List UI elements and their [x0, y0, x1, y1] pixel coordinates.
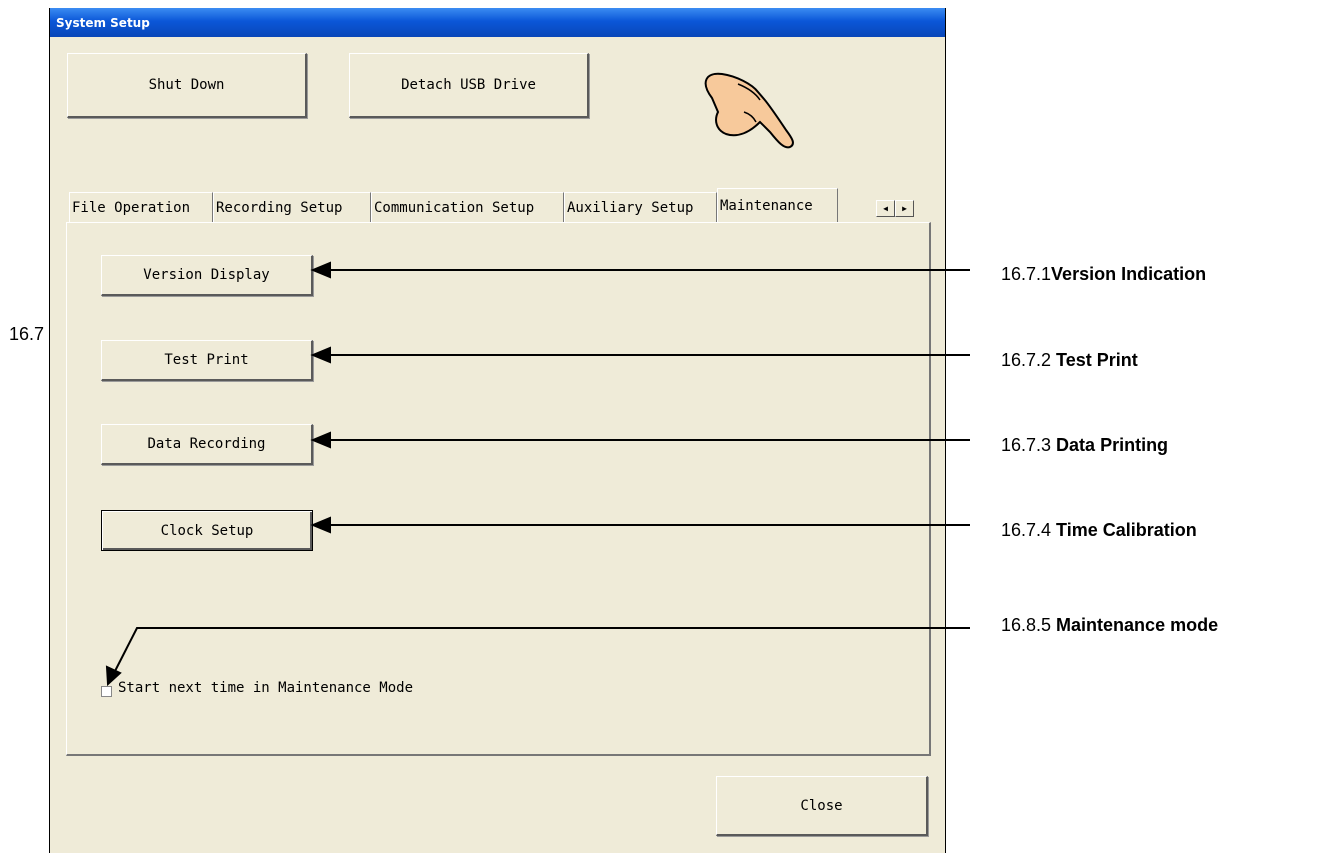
annotation-maintenance-mode: 16.8.5 Maintenance mode	[1001, 615, 1219, 635]
tab-maintenance[interactable]: Maintenance	[717, 188, 838, 222]
annotation-data-printing: 16.7.3 Data Printing	[1001, 435, 1169, 455]
arrow-head	[310, 516, 331, 534]
annotation-overlay	[105, 72, 970, 687]
arrow-head	[105, 665, 122, 687]
annotation-time-calibration: 16.7.4 Time Calibration	[1001, 520, 1197, 540]
pointing-hand-icon	[704, 72, 794, 149]
arrow-head	[310, 261, 331, 279]
annotation-version-indication: 16.7.1Version Indication	[1001, 264, 1207, 284]
annotation-test-print: 16.7.2 Test Print	[1001, 350, 1138, 370]
arrow-head	[310, 431, 331, 449]
arrow-head	[310, 346, 331, 364]
